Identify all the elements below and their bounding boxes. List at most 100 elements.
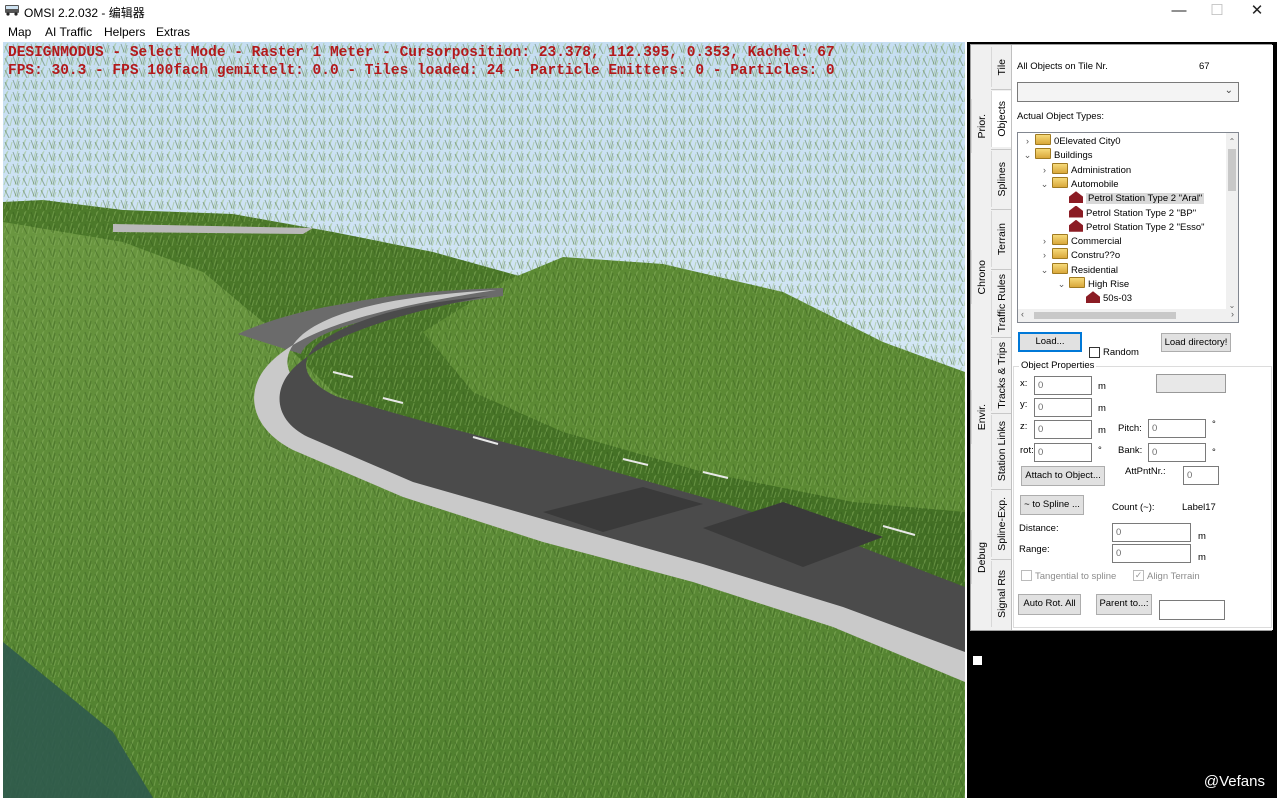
random-label: Random	[1103, 347, 1139, 358]
x-field[interactable]: 0	[1034, 376, 1092, 395]
tab-signal-rts[interactable]: Signal Rts	[991, 561, 1011, 627]
tab-station-links[interactable]: Station Links	[991, 415, 1011, 487]
distance-field[interactable]: 0	[1112, 523, 1191, 542]
tree-node[interactable]: › Constru??o	[1039, 248, 1120, 262]
tree-node-label: High Rise	[1088, 279, 1130, 290]
folder-icon	[1035, 148, 1051, 160]
rot-unit: °	[1098, 445, 1102, 456]
3d-viewport[interactable]: DESIGNMODUS - Select Mode - Raster 1 Met…	[3, 42, 965, 798]
parent-field[interactable]	[1159, 600, 1225, 620]
watermark: @Vefans	[1203, 773, 1265, 790]
menu-bar: Map AI Traffic Helpers Extras	[0, 22, 1281, 42]
collapse-icon[interactable]: ⌄	[1022, 148, 1033, 162]
tree-node[interactable]: ⌄ High Rise	[1056, 277, 1129, 291]
hud-status-line: DESIGNMODUS - Select Mode - Raster 1 Met…	[8, 45, 835, 61]
tab-spline-exp[interactable]: Spline-Exp.	[991, 491, 1011, 557]
object-types-label: Actual Object Types:	[1017, 111, 1104, 122]
load-button[interactable]: Load...	[1018, 332, 1082, 352]
menu-extras[interactable]: Extras	[156, 25, 190, 39]
tree-node[interactable]: › Administration	[1039, 162, 1132, 177]
tree-node[interactable]: ⌄ Automobile	[1039, 176, 1119, 191]
expand-icon[interactable]: ›	[1022, 134, 1033, 148]
tab-splines[interactable]: Splines	[991, 151, 1011, 207]
attpnt-label: AttPntNr.:	[1125, 466, 1166, 477]
tab-chrono[interactable]: Chrono	[971, 250, 991, 304]
object-type-tree[interactable]: › 0Elevated City0 ⌄ Buildings › Administratio…	[1017, 132, 1239, 323]
tree-node[interactable]: 50s-03	[1073, 291, 1132, 305]
tangential-label: Tangential to spline	[1035, 571, 1117, 582]
tab-tracks-trips[interactable]: Tracks & Trips	[991, 339, 1011, 411]
tab-tile[interactable]: Tile	[991, 47, 1011, 87]
house-icon	[1086, 291, 1100, 304]
y-field[interactable]: 0	[1034, 398, 1092, 417]
menu-ai-traffic[interactable]: AI Traffic	[45, 25, 92, 39]
tree-node[interactable]: Petrol Station Type 2 "Aral"	[1056, 191, 1205, 205]
tree-node-label: Petrol Station Type 2 "Esso"	[1086, 221, 1205, 233]
tree-node-label: 0Elevated City0	[1054, 136, 1121, 147]
align-terrain-checkbox[interactable]: ✓	[1133, 570, 1144, 581]
range-field[interactable]: 0	[1112, 544, 1191, 563]
tree-node[interactable]: › 0Elevated City0	[1022, 134, 1121, 148]
tree-node[interactable]: ⌄ Buildings	[1022, 148, 1093, 162]
minimize-button[interactable]: —	[1160, 0, 1198, 22]
expand-icon[interactable]: ›	[1039, 163, 1050, 177]
tab-envir[interactable]: Envir.	[971, 390, 991, 444]
tab-prior[interactable]: Prior.	[971, 99, 991, 153]
load-directory-button[interactable]: Load directory!	[1161, 333, 1231, 352]
z-field[interactable]: 0	[1034, 420, 1092, 439]
close-button[interactable]: ✕	[1238, 0, 1276, 22]
bank-field[interactable]: 0	[1148, 443, 1206, 462]
object-dropdown[interactable]: ⌄	[1017, 82, 1239, 102]
pitch-field[interactable]: 0	[1148, 419, 1206, 438]
collapse-icon[interactable]: ⌄	[1056, 277, 1067, 291]
tree-horizontal-scrollbar[interactable]: ‹ ›	[1018, 309, 1238, 322]
tree-node-label: Administration	[1071, 164, 1132, 176]
tree-node-label: Petrol Station Type 2 "Aral"	[1086, 193, 1205, 205]
auto-rot-all-button[interactable]: Auto Rot. All	[1018, 594, 1081, 615]
menu-helpers[interactable]: Helpers	[104, 25, 145, 39]
chevron-down-icon: ⌄	[1224, 85, 1233, 96]
house-icon	[1069, 219, 1083, 232]
align-terrain-label: Align Terrain	[1147, 571, 1200, 582]
house-icon	[1069, 191, 1083, 204]
tab-debug[interactable]: Debug	[971, 530, 991, 584]
y-unit: m	[1098, 403, 1106, 414]
small-white-square	[973, 656, 982, 665]
tree-node[interactable]: › Commercial	[1039, 234, 1122, 248]
house-icon	[1069, 205, 1083, 218]
preview-box	[1156, 374, 1226, 393]
x-unit: m	[1098, 381, 1106, 392]
maximize-button[interactable]: ☐	[1198, 0, 1236, 22]
parent-to-button[interactable]: Parent to...:	[1096, 594, 1152, 615]
to-spline-button[interactable]: ~ to Spline ...	[1020, 495, 1084, 515]
object-properties-label: Object Properties	[1019, 360, 1097, 371]
tab-traffic-rules[interactable]: Traffic Rules	[991, 271, 1011, 335]
menu-map[interactable]: Map	[8, 25, 31, 39]
tree-node[interactable]: Petrol Station Type 2 "BP"	[1056, 205, 1197, 220]
attpnt-field[interactable]: 0	[1183, 466, 1219, 485]
range-label: Range:	[1019, 544, 1050, 555]
random-checkbox[interactable]	[1089, 347, 1100, 358]
rot-field[interactable]: 0	[1034, 443, 1092, 462]
tangential-checkbox[interactable]	[1021, 570, 1032, 581]
distance-unit: m	[1198, 531, 1206, 542]
tree-vertical-scrollbar[interactable]: ⌃ ⌄	[1226, 133, 1238, 310]
tree-node[interactable]: ⌄ Residential	[1039, 262, 1118, 277]
folder-icon	[1052, 234, 1068, 246]
expand-icon[interactable]: ›	[1039, 234, 1050, 248]
tree-node-label: Petrol Station Type 2 "BP"	[1086, 207, 1197, 219]
tab-objects[interactable]: Objects	[991, 91, 1011, 147]
tab-terrain[interactable]: Terrain	[991, 211, 1011, 267]
attach-to-object-button[interactable]: Attach to Object...	[1021, 466, 1105, 486]
tree-node[interactable]: Petrol Station Type 2 "Esso"	[1056, 219, 1205, 234]
range-unit: m	[1198, 552, 1206, 563]
folder-icon	[1069, 277, 1085, 288]
z-unit: m	[1098, 425, 1106, 436]
collapse-icon[interactable]: ⌄	[1039, 263, 1050, 277]
folder-icon	[1052, 248, 1068, 260]
folder-icon	[1052, 162, 1068, 174]
x-label: x:	[1020, 378, 1028, 389]
collapse-icon[interactable]: ⌄	[1039, 177, 1050, 191]
count-value: Label17	[1182, 502, 1216, 513]
expand-icon[interactable]: ›	[1039, 248, 1050, 262]
